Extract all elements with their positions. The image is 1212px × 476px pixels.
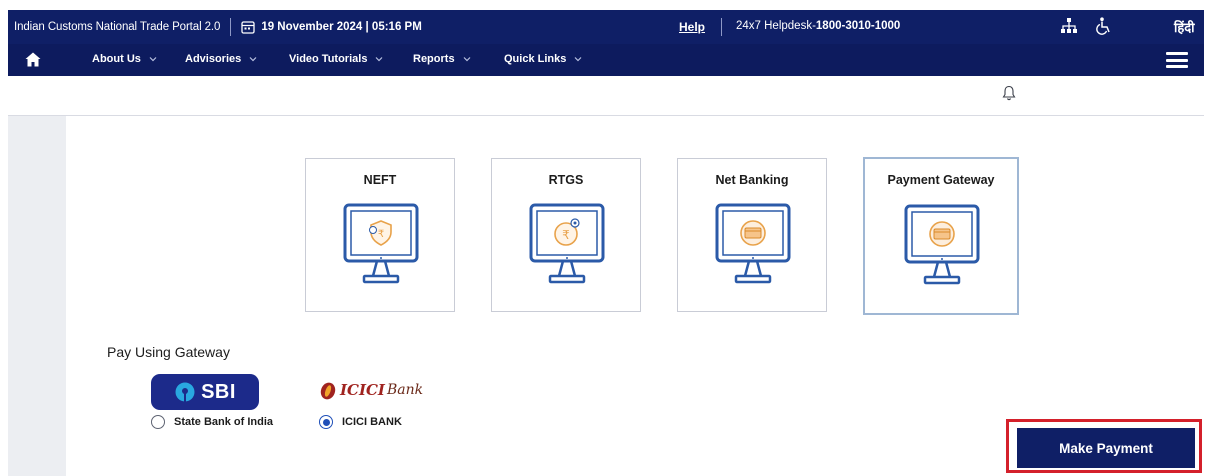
main-nav: About Us Advisories Video Tutorials Repo… [8, 44, 1204, 76]
gateway-option-sbi[interactable]: State Bank of India [151, 415, 273, 429]
card-title: RTGS [548, 173, 584, 187]
bell-icon[interactable] [1002, 85, 1016, 101]
payment-option-rtgs[interactable]: RTGS ₹ [491, 158, 641, 312]
card-monitor-icon [715, 203, 791, 284]
chevron-down-icon [249, 57, 257, 62]
nav-quick-links[interactable]: Quick Links [504, 53, 582, 65]
gateway-heading: Pay Using Gateway [107, 344, 230, 360]
chevron-down-icon [376, 57, 383, 62]
radio-button-sbi[interactable] [151, 415, 165, 429]
payment-option-net-banking[interactable]: Net Banking [677, 158, 827, 312]
icici-logo[interactable]: ICICI Bank [318, 378, 423, 402]
chevron-down-icon [574, 57, 582, 62]
helpdesk-info: 24x7 Helpdesk-1800-3010-1000 [736, 20, 900, 32]
portal-title: Indian Customs National Trade Portal 2.0 [14, 21, 221, 33]
home-icon[interactable] [25, 52, 41, 67]
help-link[interactable]: Help [679, 20, 705, 34]
notification-bar [8, 76, 1204, 116]
svg-text:₹: ₹ [562, 228, 570, 242]
card-monitor-icon [904, 204, 980, 285]
language-toggle-hindi[interactable]: हिंदी [1174, 18, 1195, 36]
payment-option-neft[interactable]: NEFT ₹ [305, 158, 455, 312]
sbi-logo[interactable]: SBI [151, 374, 259, 410]
sitemap-icon[interactable] [1060, 17, 1078, 35]
hamburger-menu-icon[interactable] [1166, 52, 1188, 68]
divider [721, 18, 722, 36]
svg-text:₹: ₹ [378, 229, 384, 240]
nav-video-tutorials[interactable]: Video Tutorials [289, 53, 383, 65]
nav-label: Reports [413, 53, 455, 65]
make-payment-button[interactable]: Make Payment [1017, 428, 1195, 468]
icici-logo-text: ICICI [340, 381, 385, 399]
nav-label: Video Tutorials [289, 53, 368, 65]
card-title: Payment Gateway [887, 173, 995, 187]
helpdesk-number: 1800-3010-1000 [815, 20, 901, 32]
card-title: NEFT [363, 173, 397, 187]
card-title: Net Banking [715, 173, 789, 187]
gateway-option-label: ICICI BANK [342, 416, 402, 428]
chevron-down-icon [463, 57, 470, 62]
nav-label: About Us [92, 53, 141, 65]
helpdesk-label: 24x7 Helpdesk- [736, 20, 816, 32]
icici-mark-icon [320, 382, 336, 400]
calendar-icon [241, 21, 255, 34]
icici-logo-suffix: Bank [386, 382, 424, 398]
gateway-option-icici[interactable]: ICICI BANK [319, 415, 402, 429]
nav-label: Advisories [185, 53, 242, 65]
nav-advisories[interactable]: Advisories [185, 53, 257, 65]
nav-about-us[interactable]: About Us [92, 53, 157, 65]
chevron-down-icon [149, 57, 157, 62]
divider [230, 18, 232, 36]
current-datetime: 19 November 2024 | 05:16 PM [261, 21, 422, 33]
gateway-option-label: State Bank of India [174, 416, 274, 428]
nav-reports[interactable]: Reports [413, 53, 471, 65]
sbi-keyhole-icon [175, 382, 195, 402]
top-bar: Indian Customs National Trade Portal 2.0… [8, 10, 1204, 44]
shield-rupee-monitor-icon: ₹ [343, 203, 419, 284]
payment-option-payment-gateway[interactable]: Payment Gateway [863, 157, 1019, 315]
nav-label: Quick Links [504, 53, 567, 65]
sbi-logo-text: SBI [201, 380, 236, 403]
radio-button-icici[interactable] [319, 415, 333, 429]
rupee-coin-monitor-icon: ₹ [529, 203, 605, 284]
accessibility-icon[interactable] [1095, 17, 1111, 35]
